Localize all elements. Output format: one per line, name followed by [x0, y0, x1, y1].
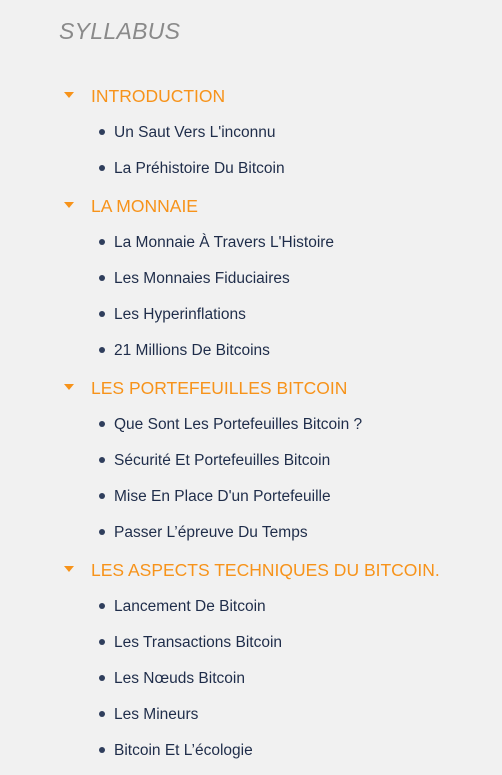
lesson-title[interactable]: Les Hyperinflations — [114, 304, 246, 326]
section-header[interactable]: LA MONNAIE — [0, 187, 502, 225]
lesson-title[interactable]: Que Sont Les Portefeuilles Bitcoin ? — [114, 414, 362, 436]
section-header[interactable]: LES PORTEFEUILLES BITCOIN — [0, 369, 502, 407]
bullet-icon — [99, 457, 105, 463]
bullet-icon — [99, 675, 105, 681]
syllabus-section: LES ASPECTS TECHNIQUES DU BITCOIN. Lancem… — [0, 551, 502, 769]
bullet-icon — [99, 421, 105, 427]
lesson-item[interactable]: 21 Millions De Bitcoins — [0, 333, 502, 369]
lesson-title[interactable]: 21 Millions De Bitcoins — [114, 340, 270, 362]
lesson-item[interactable]: Les Monnaies Fiduciaires — [0, 261, 502, 297]
syllabus-sections: INTRODUCTION Un Saut Vers L'inconnu La Pré… — [0, 77, 502, 769]
lesson-item[interactable]: Les Mineurs — [0, 697, 502, 733]
lesson-item[interactable]: Passer L’épreuve Du Temps — [0, 515, 502, 551]
lesson-title[interactable]: Les Mineurs — [114, 704, 198, 726]
lesson-item[interactable]: La Monnaie À Travers L'Histoire — [0, 225, 502, 261]
section-title[interactable]: LES PORTEFEUILLES BITCOIN — [91, 376, 347, 400]
caret-down-icon[interactable] — [64, 202, 74, 208]
bullet-icon — [99, 239, 105, 245]
section-title[interactable]: LES ASPECTS TECHNIQUES DU BITCOIN. — [91, 558, 440, 582]
bullet-icon — [99, 747, 105, 753]
lesson-item[interactable]: Sécurité Et Portefeuilles Bitcoin — [0, 443, 502, 479]
caret-down-icon[interactable] — [64, 92, 74, 98]
section-title[interactable]: LA MONNAIE — [91, 194, 198, 218]
lesson-item[interactable]: Les Hyperinflations — [0, 297, 502, 333]
syllabus-section: LA MONNAIE La Monnaie À Travers L'Histoir… — [0, 187, 502, 369]
lesson-item[interactable]: Bitcoin Et L’écologie — [0, 733, 502, 769]
lesson-item[interactable]: Lancement De Bitcoin — [0, 589, 502, 625]
lesson-item[interactable]: La Préhistoire Du Bitcoin — [0, 151, 502, 187]
bullet-icon — [99, 275, 105, 281]
syllabus-section: INTRODUCTION Un Saut Vers L'inconnu La Pré… — [0, 77, 502, 187]
lesson-title[interactable]: Les Monnaies Fiduciaires — [114, 268, 290, 290]
bullet-icon — [99, 311, 105, 317]
lesson-item[interactable]: Mise En Place D'un Portefeuille — [0, 479, 502, 515]
lesson-title[interactable]: Les Nœuds Bitcoin — [114, 668, 245, 690]
lesson-title[interactable]: Les Transactions Bitcoin — [114, 632, 282, 654]
section-header[interactable]: LES ASPECTS TECHNIQUES DU BITCOIN. — [0, 551, 502, 589]
lesson-title[interactable]: Passer L’épreuve Du Temps — [114, 522, 308, 544]
section-title[interactable]: INTRODUCTION — [91, 84, 225, 108]
bullet-icon — [99, 129, 105, 135]
lesson-title[interactable]: Lancement De Bitcoin — [114, 596, 266, 618]
bullet-icon — [99, 529, 105, 535]
syllabus-title: SYLLABUS — [59, 18, 181, 44]
bullet-icon — [99, 165, 105, 171]
lesson-title[interactable]: La Préhistoire Du Bitcoin — [114, 158, 285, 180]
lesson-item[interactable]: Que Sont Les Portefeuilles Bitcoin ? — [0, 407, 502, 443]
bullet-icon — [99, 347, 105, 353]
lesson-item[interactable]: Les Nœuds Bitcoin — [0, 661, 502, 697]
syllabus-section: LES PORTEFEUILLES BITCOIN Que Sont Les Po… — [0, 369, 502, 551]
lesson-title[interactable]: La Monnaie À Travers L'Histoire — [114, 232, 334, 254]
bullet-icon — [99, 493, 105, 499]
bullet-icon — [99, 711, 105, 717]
lesson-item[interactable]: Les Transactions Bitcoin — [0, 625, 502, 661]
lesson-title[interactable]: Sécurité Et Portefeuilles Bitcoin — [114, 450, 330, 472]
caret-down-icon[interactable] — [64, 566, 74, 572]
lesson-item[interactable]: Un Saut Vers L'inconnu — [0, 115, 502, 151]
section-header[interactable]: INTRODUCTION — [0, 77, 502, 115]
lesson-title[interactable]: Un Saut Vers L'inconnu — [114, 122, 276, 144]
bullet-icon — [99, 639, 105, 645]
caret-down-icon[interactable] — [64, 384, 74, 390]
bullet-icon — [99, 603, 105, 609]
lesson-title[interactable]: Bitcoin Et L’écologie — [114, 740, 253, 762]
lesson-title[interactable]: Mise En Place D'un Portefeuille — [114, 486, 331, 508]
